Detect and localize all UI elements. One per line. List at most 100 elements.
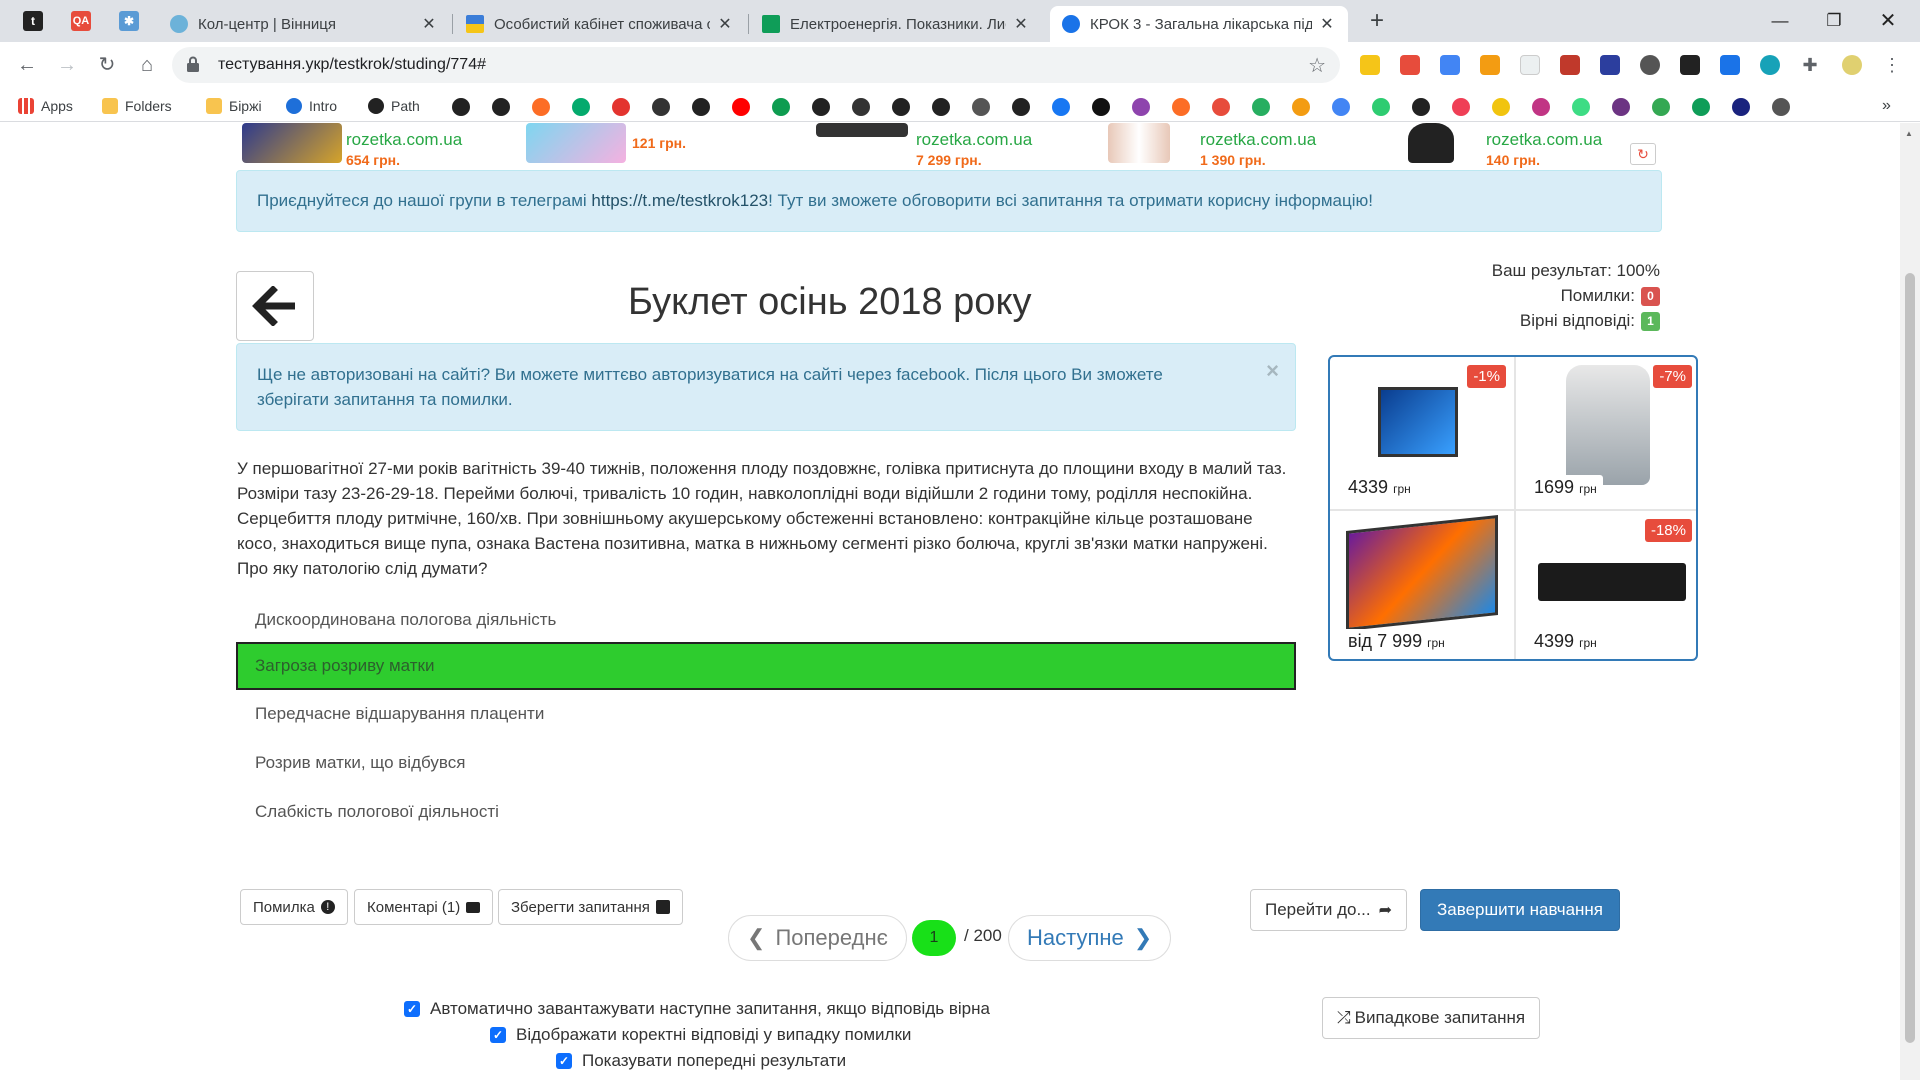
pocket-icon[interactable] bbox=[1452, 98, 1470, 116]
extension-icon[interactable] bbox=[1520, 55, 1540, 75]
translate-icon[interactable] bbox=[1332, 98, 1350, 116]
scroll-up-icon[interactable]: ▲ bbox=[1905, 129, 1913, 138]
tab-call-center[interactable]: Кол-центр | Вінниця ✕ bbox=[158, 6, 450, 42]
comments-button[interactable]: Коментарі (1) bbox=[354, 889, 494, 925]
extension-icon[interactable] bbox=[1480, 55, 1500, 75]
translate-icon[interactable] bbox=[1440, 55, 1460, 75]
close-icon[interactable]: × bbox=[1266, 358, 1279, 383]
bookmark-intro[interactable]: Intro bbox=[286, 96, 337, 116]
android-icon[interactable] bbox=[1572, 98, 1590, 116]
ch-icon[interactable] bbox=[1092, 98, 1110, 116]
gitlab-icon[interactable] bbox=[1172, 98, 1190, 116]
ad-store[interactable]: rozetka.com.ua bbox=[346, 130, 462, 150]
menu-dots-icon[interactable]: ⋮ bbox=[1882, 55, 1902, 75]
github-icon[interactable] bbox=[932, 98, 950, 116]
ad-store[interactable]: rozetka.com.ua bbox=[1486, 130, 1602, 150]
reload-icon[interactable]: ↻ bbox=[92, 50, 122, 80]
github-icon[interactable] bbox=[452, 98, 470, 116]
more-bookmarks-icon[interactable]: » bbox=[1882, 96, 1891, 116]
gitlab-icon[interactable] bbox=[532, 98, 550, 116]
puzzle-icon[interactable]: ✚ bbox=[1800, 55, 1820, 75]
close-icon[interactable]: ✕ bbox=[1318, 14, 1336, 34]
bookmark-birzhi[interactable]: Біржі bbox=[206, 96, 262, 116]
maps-icon[interactable] bbox=[1652, 98, 1670, 116]
ad-image[interactable] bbox=[242, 123, 342, 163]
answer-option-correct[interactable]: Загроза розриву матки bbox=[236, 642, 1296, 690]
ad-store[interactable]: rozetka.com.ua bbox=[1200, 130, 1316, 150]
ad-image[interactable] bbox=[526, 123, 626, 163]
extension-icon[interactable] bbox=[1360, 55, 1380, 75]
code-icon[interactable] bbox=[1252, 98, 1270, 116]
facebook-icon[interactable] bbox=[1052, 98, 1070, 116]
answer-option[interactable]: Передчасне відшарування плаценти bbox=[236, 690, 1296, 738]
youtube-icon[interactable] bbox=[732, 98, 750, 116]
close-icon[interactable]: ✕ bbox=[420, 14, 438, 34]
tab-consumer-cabinet[interactable]: Особистий кабінет споживача с ✕ bbox=[454, 6, 746, 42]
restore-button[interactable]: ❐ bbox=[1814, 6, 1854, 36]
flaticon-icon[interactable] bbox=[772, 98, 790, 116]
codepen-icon[interactable] bbox=[612, 98, 630, 116]
previous-button[interactable]: ❮ Попереднє bbox=[728, 915, 907, 961]
promo-item[interactable]: -18% 4399 грн bbox=[1516, 511, 1696, 659]
scrollbar-thumb[interactable] bbox=[1905, 273, 1915, 1043]
dou-icon[interactable] bbox=[692, 98, 710, 116]
back-arrow-icon[interactable]: ← bbox=[12, 50, 42, 80]
ad-image[interactable] bbox=[816, 123, 908, 137]
facebook-auth-link[interactable]: авторизуватися на сайті через facebook bbox=[652, 365, 966, 384]
bookmark-folders[interactable]: Folders bbox=[102, 96, 172, 116]
pinned-tab-tumblr[interactable]: t bbox=[14, 6, 52, 36]
promo-item[interactable]: від 7 999 грн bbox=[1330, 511, 1514, 659]
plus-icon[interactable] bbox=[1692, 98, 1710, 116]
mistake-button[interactable]: Помилка ! bbox=[240, 889, 348, 925]
goto-button[interactable]: Перейти до... ➦ bbox=[1250, 889, 1408, 931]
asterisk-icon[interactable] bbox=[1212, 98, 1230, 116]
extension-icon[interactable] bbox=[1640, 55, 1660, 75]
checkbox-checked-icon[interactable]: ✓ bbox=[490, 1027, 506, 1043]
answer-option[interactable]: Слабкість пологової діяльності bbox=[236, 788, 1296, 836]
promo-item[interactable]: -7% 1699 грн bbox=[1516, 357, 1696, 508]
close-icon[interactable]: ✕ bbox=[716, 14, 734, 34]
w3schools-icon[interactable] bbox=[572, 98, 590, 116]
bolt-icon[interactable] bbox=[1492, 98, 1510, 116]
globe-icon[interactable] bbox=[1772, 98, 1790, 116]
globe-icon[interactable] bbox=[972, 98, 990, 116]
skype-icon[interactable] bbox=[892, 98, 910, 116]
github-icon[interactable] bbox=[1412, 98, 1430, 116]
h-icon[interactable] bbox=[1292, 98, 1310, 116]
address-bar[interactable]: тестування.укр/testkrok/studing/774# ☆ bbox=[172, 47, 1340, 83]
pinned-tab-extension[interactable]: ✱ bbox=[110, 6, 148, 36]
finish-training-button[interactable]: Завершити навчання bbox=[1420, 889, 1621, 931]
extension-icon[interactable] bbox=[1400, 55, 1420, 75]
extension-icon[interactable] bbox=[1600, 55, 1620, 75]
checkbox-checked-icon[interactable]: ✓ bbox=[404, 1001, 420, 1017]
ad-refresh-icon[interactable]: ↻ bbox=[1630, 143, 1656, 165]
ua-icon[interactable] bbox=[1132, 98, 1150, 116]
ad-store[interactable]: rozetka.com.ua bbox=[916, 130, 1032, 150]
tab-electricity-sheet[interactable]: Електроенергія. Показники. Лис ✕ bbox=[750, 6, 1042, 42]
square-icon[interactable] bbox=[1612, 98, 1630, 116]
page-scrollbar[interactable]: ▲ bbox=[1900, 123, 1920, 1080]
answer-option[interactable]: Дискоординована пологова діяльність bbox=[236, 596, 1296, 644]
telegram-link[interactable]: https://t.me/testkrok123 bbox=[591, 191, 768, 210]
close-window-button[interactable]: ✕ bbox=[1868, 6, 1908, 36]
extension-icon[interactable] bbox=[1720, 55, 1740, 75]
circle-icon[interactable] bbox=[1732, 98, 1750, 116]
close-icon[interactable]: ✕ bbox=[1012, 14, 1030, 34]
bookmark-path[interactable]: Path bbox=[368, 96, 420, 116]
github-icon[interactable] bbox=[492, 98, 510, 116]
option-show-previous[interactable]: ✓ Показувати попередні результати bbox=[556, 1051, 846, 1071]
extension-icon[interactable] bbox=[1560, 55, 1580, 75]
bookmark-apps[interactable]: Apps bbox=[18, 96, 73, 116]
random-question-button[interactable]: ⤮ Випадкове запитання bbox=[1322, 997, 1541, 1039]
answer-option[interactable]: Розрив матки, що відбувся bbox=[236, 739, 1296, 787]
instagram-icon[interactable] bbox=[1532, 98, 1550, 116]
minimize-button[interactable]: — bbox=[1760, 6, 1800, 36]
checkbox-checked-icon[interactable]: ✓ bbox=[556, 1053, 572, 1069]
promo-item[interactable]: -1% 4339 грн bbox=[1330, 357, 1514, 508]
pinned-tab-qa[interactable]: QA bbox=[62, 6, 100, 36]
tab-krok3[interactable]: КРОК 3 - Загальна лікарська під ✕ bbox=[1050, 6, 1348, 42]
bookmark-icon[interactable] bbox=[652, 98, 670, 116]
w-icon[interactable] bbox=[1012, 98, 1030, 116]
skype-icon[interactable] bbox=[812, 98, 830, 116]
option-autoload[interactable]: ✓ Автоматично завантажувати наступне зап… bbox=[404, 999, 990, 1019]
